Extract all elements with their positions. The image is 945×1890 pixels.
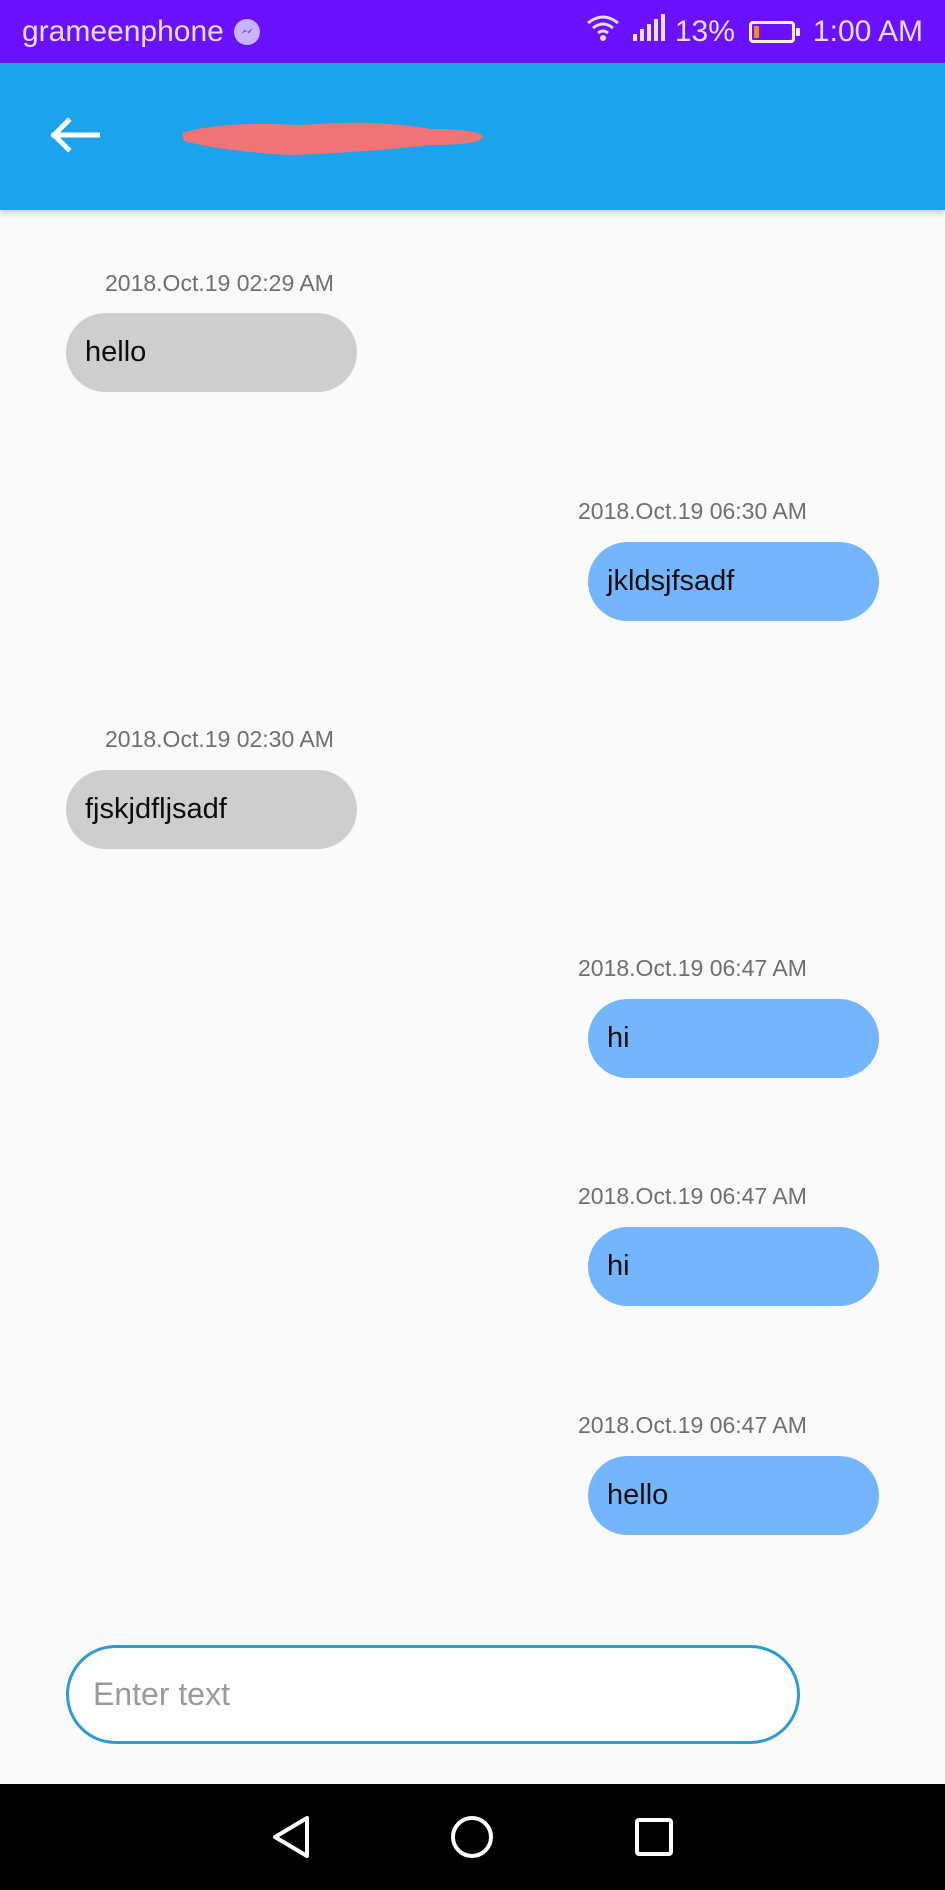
battery-icon — [748, 20, 800, 43]
app-bar — [0, 63, 945, 210]
message-bubble-sent[interactable]: hi — [588, 999, 879, 1078]
wifi-icon — [585, 13, 621, 51]
message-text: hi — [607, 1022, 630, 1054]
message-text: hello — [85, 336, 147, 368]
message-text: fjskjdfljsadf — [85, 793, 227, 825]
nav-home-button[interactable] — [442, 1807, 502, 1867]
arrow-left-icon — [50, 117, 100, 153]
status-left: grameenphone — [22, 15, 260, 49]
message-bubble-sent[interactable]: jkldsjfsadf — [588, 542, 879, 621]
home-circle-icon — [451, 1816, 494, 1858]
nav-recents-button[interactable] — [624, 1807, 684, 1867]
status-right: 13% 1:00 AM — [585, 13, 923, 51]
clock: 1:00 AM — [812, 14, 923, 48]
message-bubble-sent[interactable]: hello — [588, 1456, 879, 1535]
signal-icon — [631, 13, 665, 50]
nav-back-button[interactable] — [261, 1807, 321, 1867]
message-timestamp: 2018.Oct.19 06:47 AM — [578, 1412, 807, 1438]
message-bubble-received[interactable]: fjskjdfljsadf — [66, 770, 357, 849]
back-triangle-icon — [272, 1816, 309, 1858]
redacted-contact-name — [180, 115, 485, 159]
battery-fill — [753, 25, 759, 38]
message-timestamp: 2018.Oct.19 06:30 AM — [578, 498, 807, 524]
message-bubble-received[interactable]: hello — [66, 313, 357, 392]
message-timestamp: 2018.Oct.19 02:30 AM — [105, 726, 334, 752]
message-text: hello — [607, 1479, 669, 1511]
message-text: jkldsjfsadf — [607, 565, 735, 597]
carrier-name: grameenphone — [22, 14, 224, 48]
messenger-icon — [233, 18, 260, 45]
message-input[interactable] — [66, 1645, 800, 1744]
recents-square-icon — [635, 1818, 674, 1856]
back-button[interactable] — [42, 103, 106, 167]
message-bubble-sent[interactable]: hi — [588, 1227, 879, 1306]
message-timestamp: 2018.Oct.19 06:47 AM — [578, 955, 807, 981]
message-timestamp: 2018.Oct.19 02:29 AM — [105, 270, 334, 296]
navigation-bar — [0, 1784, 945, 1890]
battery-percent: 13% — [674, 14, 735, 48]
message-text: hi — [607, 1250, 630, 1282]
message-timestamp: 2018.Oct.19 06:47 AM — [578, 1183, 807, 1209]
status-bar: grameenphone 13% 1:00 AM — [0, 0, 945, 63]
